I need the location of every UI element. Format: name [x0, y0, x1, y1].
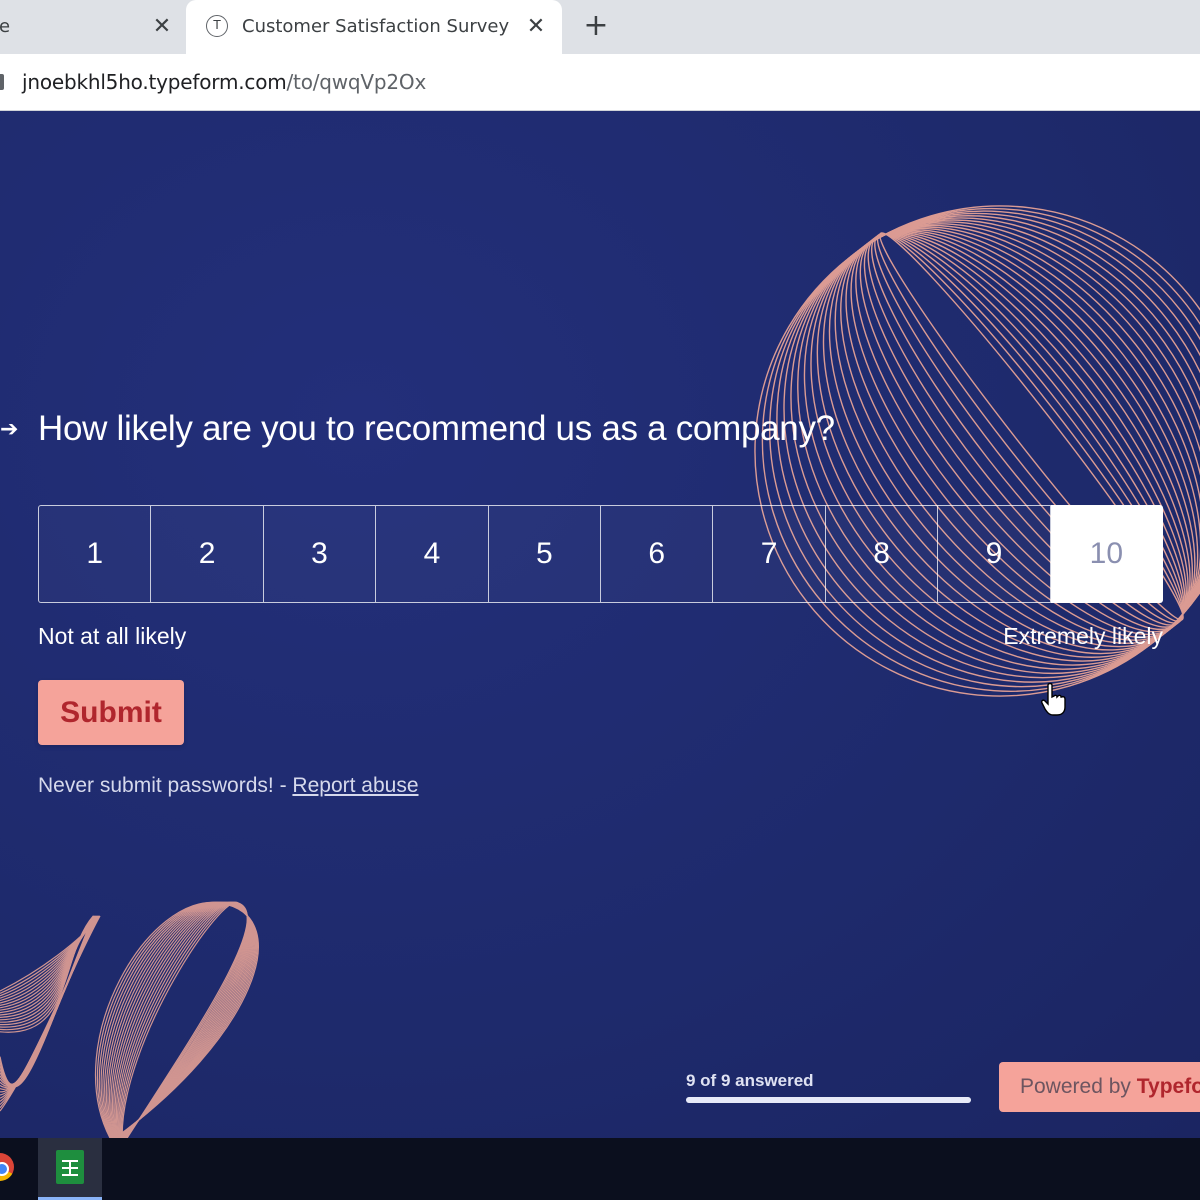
- url-host: jnoebkhl5ho.typeform.com: [22, 70, 287, 94]
- tab-title: Customer Satisfaction Survey: [242, 16, 510, 37]
- scale-label-high: Extremely likely: [1003, 623, 1163, 649]
- typeform-favicon-icon: T: [206, 15, 228, 37]
- question-title: How likely are you to recommend us as a …: [38, 409, 835, 448]
- powered-by-text: Powered by: [1020, 1075, 1131, 1098]
- scale-option-9[interactable]: 9: [938, 505, 1051, 603]
- password-notice: Never submit passwords! - Report abuse: [38, 774, 419, 798]
- scale-option-10[interactable]: 10: [1050, 505, 1164, 603]
- progress-bar-fill: [686, 1097, 971, 1103]
- scale-option-3[interactable]: 3: [263, 505, 377, 603]
- scale-option-6[interactable]: 6: [601, 505, 714, 603]
- scale-option-2[interactable]: 2: [151, 505, 264, 603]
- scale-option-8[interactable]: 8: [825, 505, 939, 603]
- leaf-line: [115, 901, 250, 1138]
- powered-by-badge[interactable]: Powered by Typefo: [999, 1062, 1200, 1112]
- leaf-line: [0, 915, 97, 1086]
- close-icon[interactable]: ✕: [524, 15, 548, 39]
- scale-option-4[interactable]: 4: [376, 505, 489, 603]
- opinion-scale: 1 2 3 4 5 6 7 8 9 10: [38, 505, 1164, 605]
- hand-cursor-icon: [1041, 683, 1066, 716]
- google-sheets-icon: [56, 1150, 84, 1184]
- close-icon[interactable]: ✕: [150, 15, 174, 39]
- submit-button[interactable]: Submit: [38, 680, 184, 745]
- url-text[interactable]: jnoebkhl5ho.typeform.com/to/qwqVp2Ox: [22, 70, 426, 94]
- sphere-line: [754, 205, 1200, 697]
- typeform-brand: Typefo: [1136, 1075, 1200, 1098]
- os-taskbar: [0, 1138, 1200, 1200]
- lock-icon[interactable]: [0, 74, 4, 90]
- scale-label-low: Not at all likely: [38, 623, 187, 649]
- chrome-icon[interactable]: [0, 1153, 14, 1181]
- survey-page: ➔ How likely are you to recommend us as …: [0, 111, 1200, 1138]
- new-tab-icon[interactable]: +: [582, 11, 610, 41]
- leaf-line: [0, 915, 97, 1085]
- question-arrow-icon: ➔: [0, 417, 19, 442]
- tab-title: te: [0, 16, 11, 37]
- leaf-line: [0, 915, 96, 1085]
- scale-option-5[interactable]: 5: [488, 505, 602, 603]
- scale-option-1[interactable]: 1: [38, 505, 152, 603]
- browser-tab-bar: te ✕ T Customer Satisfaction Survey ✕ +: [0, 0, 1200, 54]
- browser-tab-inactive[interactable]: te ✕: [0, 0, 186, 54]
- google-sheets-taskbar-button[interactable]: [38, 1138, 102, 1200]
- notice-text: Never submit passwords! -: [38, 774, 293, 797]
- progress-text: 9 of 9 answered: [686, 1071, 814, 1090]
- url-path: /to/qwqVp2Ox: [286, 70, 427, 94]
- progress-bar: [686, 1097, 971, 1103]
- browser-tab-active[interactable]: T Customer Satisfaction Survey ✕: [186, 0, 562, 54]
- report-abuse-link[interactable]: Report abuse: [292, 774, 418, 797]
- scale-option-7[interactable]: 7: [713, 505, 826, 603]
- address-bar[interactable]: jnoebkhl5ho.typeform.com/to/qwqVp2Ox: [0, 54, 1200, 111]
